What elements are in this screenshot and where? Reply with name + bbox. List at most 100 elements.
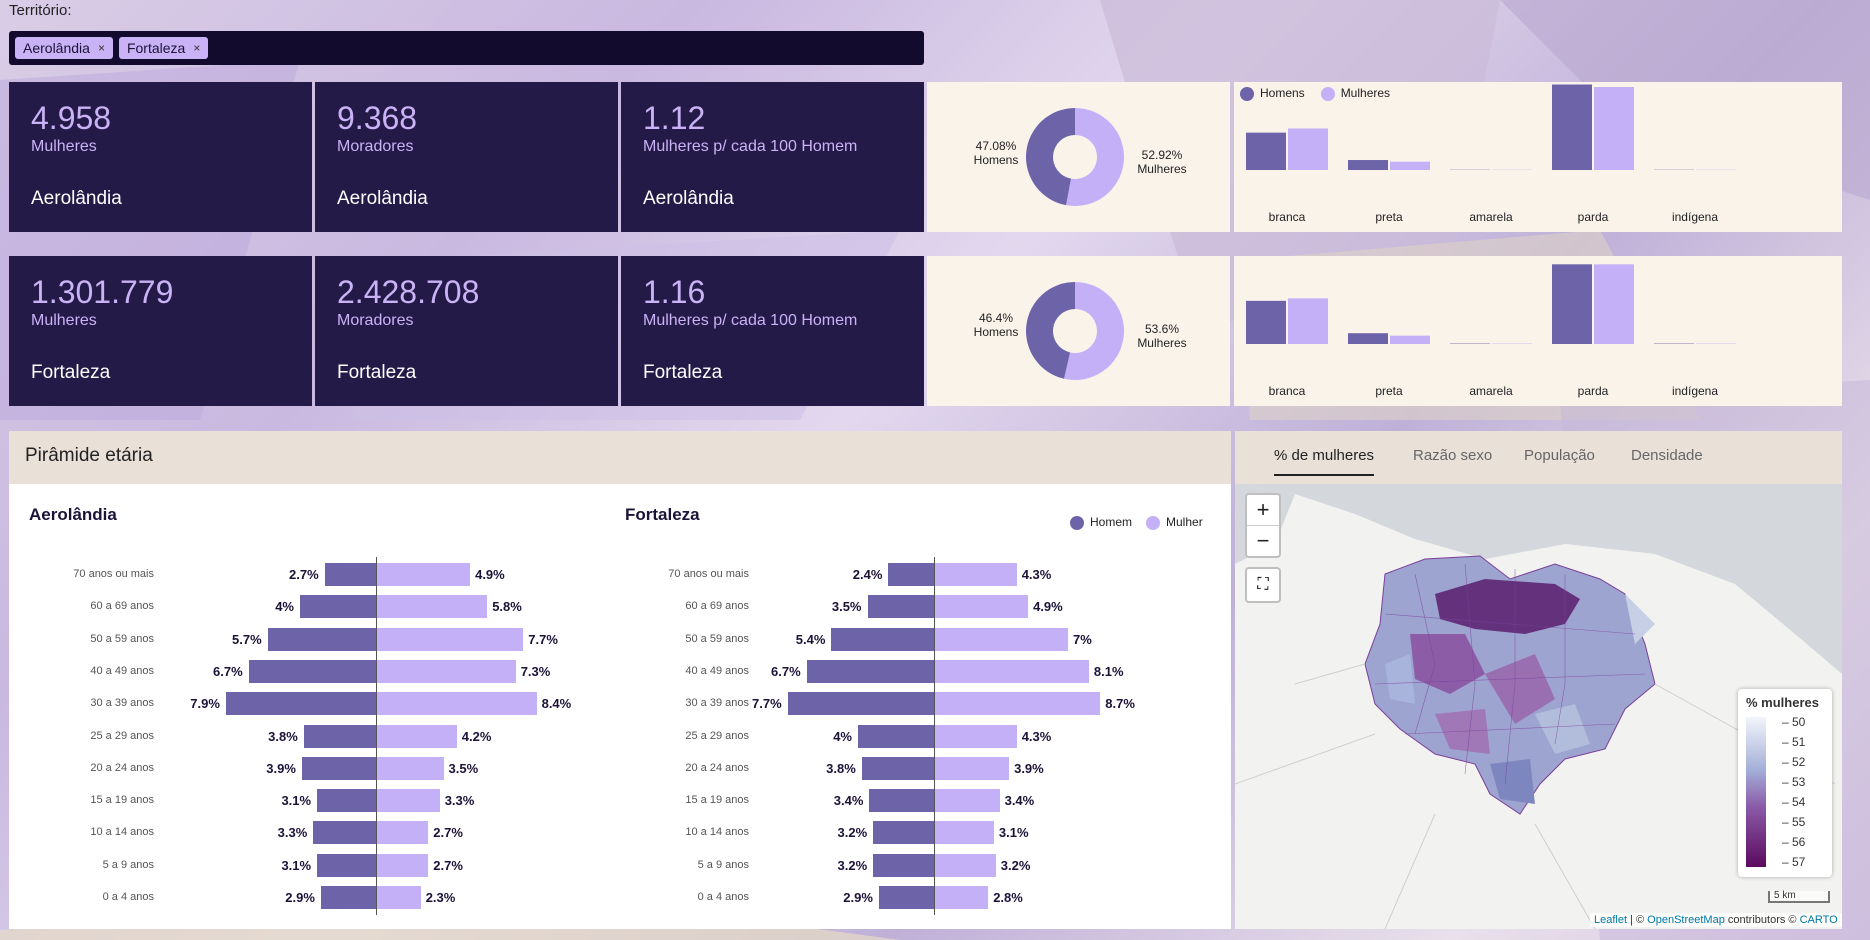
kpi-place: Fortaleza	[337, 362, 417, 383]
age-group-label: 50 a 59 anos	[685, 632, 749, 645]
pyramid-bar-homem	[225, 692, 376, 716]
kpi-label: Moradores	[337, 138, 414, 155]
age-group-label: 5 a 9 anos	[697, 858, 749, 871]
age-group-label: 0 a 4 anos	[102, 891, 154, 903]
race-bar-homens	[1552, 84, 1592, 170]
zoom-out-button[interactable]: −	[1247, 526, 1279, 556]
pyramid-bar-homem	[303, 724, 376, 748]
pyramid-bar-homem	[831, 627, 934, 651]
zoom-in-button[interactable]: +	[1247, 495, 1279, 526]
pyramid-label-mulher: 4.3%	[1021, 567, 1052, 582]
chip-fortaleza[interactable]: Fortaleza ×	[118, 37, 209, 59]
pyramid-label-homem: 2.9%	[843, 890, 873, 905]
race-category-label: branca	[1269, 210, 1306, 224]
pyramid-bar-homem	[301, 756, 376, 780]
race-bar-mulheres	[1594, 264, 1634, 344]
pyramid-bar-homem	[858, 724, 934, 748]
pyramid-bar-homem	[861, 756, 934, 780]
pyramid-label-mulher: 3.5%	[448, 760, 479, 776]
chip-label: Fortaleza	[126, 40, 186, 56]
tab-populacao[interactable]: População	[1524, 447, 1595, 474]
osm-link[interactable]: OpenStreetMap	[1647, 914, 1725, 926]
pyramid-label-mulher: 4.2%	[461, 728, 492, 744]
sex-donut-chart	[1026, 108, 1124, 206]
pyramid-label-homem: 3.4%	[833, 793, 864, 809]
pyramid-label-mulher: 7.3%	[520, 663, 551, 679]
remove-chip-icon[interactable]: ×	[193, 41, 200, 55]
tab-razao-sexo[interactable]: Razão sexo	[1413, 447, 1492, 474]
race-category-label: preta	[1375, 384, 1403, 398]
pyramid-label-homem: 3.2%	[837, 857, 868, 873]
remove-chip-icon[interactable]: ×	[98, 41, 105, 55]
pyramid-title: Pirâmide etária	[25, 445, 153, 466]
age-group-label: 25 a 29 anos	[90, 729, 154, 742]
pyramid-label-homem: 3.3%	[277, 825, 308, 841]
pyramid-label-homem: 2.7%	[289, 567, 319, 582]
age-group-label: 25 a 29 anos	[685, 729, 749, 742]
pyramid-label-homem: 3.8%	[826, 760, 856, 776]
tab-pct-mulheres[interactable]: % de mulheres	[1274, 447, 1375, 476]
kpi-place: Aerolândia	[643, 188, 734, 209]
kpi-value: 4.958	[31, 100, 112, 136]
pyramid-bar-mulher	[377, 886, 421, 909]
pyramid-bar-homem	[267, 627, 376, 651]
pyramid-bar-homem	[320, 886, 376, 909]
kpi-label: Mulheres	[31, 138, 97, 155]
pyramid-bar-mulher	[377, 627, 524, 651]
pyramid-label-mulher: 3.2%	[1000, 857, 1031, 873]
pyramid-label-homem: 3.9%	[266, 760, 296, 776]
pyramid-label-mulher: 2.3%	[425, 890, 456, 905]
pyramid-place-title: Aerolândia	[29, 505, 117, 524]
donut-slice-homens	[1026, 108, 1075, 206]
pyramid-place-title: Fortaleza	[625, 505, 700, 524]
pyramid-label-mulher: 2.8%	[993, 890, 1023, 905]
race-bar-homens	[1246, 132, 1286, 170]
kpi-value: 1.301.779	[31, 274, 174, 310]
age-group-label: 20 a 24 anos	[90, 761, 154, 774]
kpi-label: Mulheres p/ cada 100 Homem	[643, 138, 858, 155]
race-bar-homens	[1552, 264, 1592, 344]
chip-aerolandia[interactable]: Aerolândia ×	[15, 37, 113, 59]
kpi-card-moradores: 9.368 Moradores Aerolândia	[315, 82, 618, 232]
tab-densidade[interactable]: Densidade	[1631, 447, 1703, 474]
map-scale: 5 km	[1768, 891, 1830, 903]
map-legend-tick: – 50	[1782, 715, 1806, 729]
territory-select[interactable]: Aerolândia × Fortaleza ×	[9, 31, 924, 65]
age-group-label: 40 a 49 anos	[685, 664, 749, 677]
pyramid-bar-mulher	[935, 724, 1017, 748]
pyramid-bar-mulher	[935, 789, 1000, 813]
age-group-label: 10 a 14 anos	[90, 826, 154, 839]
pyramid-label-mulher: 5.8%	[492, 599, 522, 615]
pyramid-bar-homem	[248, 659, 376, 683]
map-attribution: Leaflet | © OpenStreetMap contributors ©…	[1590, 913, 1842, 927]
pyramid-bar-homem	[317, 789, 376, 813]
pyramid-bar-homem	[867, 595, 934, 619]
age-group-label: 20 a 24 anos	[685, 761, 749, 774]
pyramid-label-mulher: 7.7%	[528, 631, 558, 647]
pyramid-label-mulher: 7%	[1073, 631, 1092, 647]
leaflet-link[interactable]: Leaflet	[1594, 914, 1627, 926]
fullscreen-icon[interactable]: ⛶	[1245, 567, 1281, 603]
pyramid-bar-mulher	[377, 595, 488, 619]
pyramid-label-mulher: 2.7%	[433, 825, 463, 841]
pyramid-bar-homem	[878, 886, 934, 909]
pyramid-bar-mulher	[377, 659, 516, 683]
pyramid-label-homem: 6.7%	[771, 663, 801, 679]
map-legend-tick: – 54	[1782, 795, 1806, 809]
carto-link[interactable]: CARTO	[1800, 914, 1838, 926]
territory-label: Território:	[9, 2, 72, 19]
pyramid-label-mulher: 8.4%	[541, 696, 572, 712]
pyramid-bar-mulher	[935, 627, 1068, 651]
pyramid-bar-homem	[313, 821, 376, 845]
pyramid-bar-mulher	[935, 659, 1089, 683]
kpi-place: Aerolândia	[31, 188, 122, 209]
kpi-card-mulheres: 1.301.779 Mulheres Fortaleza	[9, 256, 312, 406]
pyramid-bar-homem	[873, 821, 934, 845]
zoom-control: + −	[1245, 493, 1281, 558]
pyramid-bar-mulher	[935, 692, 1101, 716]
race-bar-mulheres	[1390, 335, 1430, 344]
age-group-label: 50 a 59 anos	[90, 632, 154, 645]
pyramid-label-homem: 4%	[833, 728, 852, 744]
pyramid-label-mulher: 4.3%	[1021, 728, 1052, 744]
age-group-label: 15 a 19 anos	[90, 794, 154, 807]
